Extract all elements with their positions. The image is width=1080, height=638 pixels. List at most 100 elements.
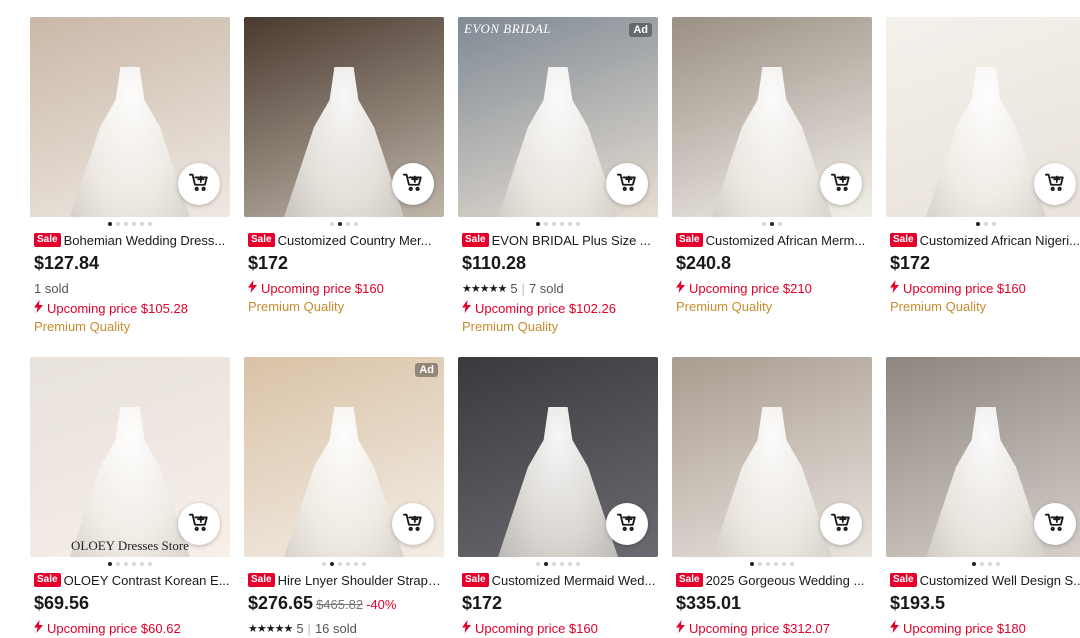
carousel-dot[interactable]	[778, 222, 782, 226]
product-card[interactable]: Sale Customized Well Design S... $193.5 Upc…	[886, 357, 1080, 637]
image-carousel-dots[interactable]	[244, 557, 444, 571]
add-to-cart-button[interactable]	[1034, 163, 1076, 205]
add-to-cart-button[interactable]	[606, 503, 648, 545]
add-to-cart-button[interactable]	[392, 163, 434, 205]
carousel-dot[interactable]	[758, 562, 762, 566]
carousel-dot[interactable]	[132, 222, 136, 226]
carousel-dot[interactable]	[132, 562, 136, 566]
product-card[interactable]: Sale Customized Country Mer... $172 Upcomin…	[244, 17, 444, 317]
product-image[interactable]	[672, 357, 872, 557]
carousel-dot[interactable]	[980, 562, 984, 566]
product-image[interactable]	[672, 17, 872, 217]
product-title[interactable]: OLOEY Contrast Korean E...	[64, 573, 230, 588]
product-image[interactable]	[458, 357, 658, 557]
carousel-dot[interactable]	[354, 222, 358, 226]
product-image[interactable]	[30, 17, 230, 217]
product-card[interactable]: OLOEY Dresses Store Sale OLOEY Contrast Ko…	[30, 357, 230, 637]
carousel-dot[interactable]	[354, 562, 358, 566]
carousel-dot[interactable]	[552, 222, 556, 226]
carousel-dot[interactable]	[140, 562, 144, 566]
carousel-dot[interactable]	[568, 222, 572, 226]
carousel-dot[interactable]	[544, 222, 548, 226]
carousel-dot[interactable]	[148, 222, 152, 226]
product-card[interactable]: Sale 2025 Gorgeous Wedding ... $335.01 Upco…	[672, 357, 872, 637]
carousel-dot[interactable]	[976, 222, 980, 226]
product-title[interactable]: Customized Mermaid Wed...	[492, 573, 656, 588]
carousel-dot[interactable]	[362, 562, 366, 566]
add-to-cart-button[interactable]	[392, 503, 434, 545]
add-to-cart-button[interactable]	[1034, 503, 1076, 545]
carousel-dot[interactable]	[996, 562, 1000, 566]
image-carousel-dots[interactable]	[30, 217, 230, 231]
product-card[interactable]: Sale Customized African Merm... $240.8 Upco…	[672, 17, 872, 317]
product-title[interactable]: Customized Well Design S...	[920, 573, 1080, 588]
add-to-cart-button[interactable]	[606, 163, 648, 205]
image-carousel-dots[interactable]	[458, 557, 658, 571]
carousel-dot[interactable]	[782, 562, 786, 566]
carousel-dot[interactable]	[338, 222, 342, 226]
carousel-dot[interactable]	[108, 222, 112, 226]
carousel-dot[interactable]	[116, 222, 120, 226]
product-title[interactable]: Hire Lnyer Shoulder Straps...	[278, 573, 444, 588]
add-to-cart-button[interactable]	[820, 503, 862, 545]
carousel-dot[interactable]	[536, 562, 540, 566]
carousel-dot[interactable]	[984, 222, 988, 226]
product-title[interactable]: Customized African Nigeri...	[920, 233, 1080, 248]
carousel-dot[interactable]	[108, 562, 112, 566]
product-title[interactable]: Bohemian Wedding Dress...	[64, 233, 226, 248]
image-carousel-dots[interactable]	[886, 217, 1080, 231]
product-image[interactable]: OLOEY Dresses Store	[30, 357, 230, 557]
product-title-row[interactable]: Sale Customized Well Design S...	[886, 571, 1080, 589]
carousel-dot[interactable]	[560, 562, 564, 566]
carousel-dot[interactable]	[766, 562, 770, 566]
product-title-row[interactable]: Sale 2025 Gorgeous Wedding ...	[672, 571, 872, 589]
add-to-cart-button[interactable]	[178, 503, 220, 545]
product-title-row[interactable]: Sale EVON BRIDAL Plus Size ...	[458, 231, 658, 249]
carousel-dot[interactable]	[770, 222, 774, 226]
carousel-dot[interactable]	[322, 562, 326, 566]
carousel-dot[interactable]	[330, 222, 334, 226]
carousel-dot[interactable]	[124, 222, 128, 226]
product-image[interactable]	[244, 17, 444, 217]
product-title-row[interactable]: Sale Customized African Merm...	[672, 231, 872, 249]
product-card[interactable]: Sale Bohemian Wedding Dress... $127.84 1 so…	[30, 17, 230, 337]
carousel-dot[interactable]	[536, 222, 540, 226]
carousel-dot[interactable]	[346, 562, 350, 566]
carousel-dot[interactable]	[346, 222, 350, 226]
carousel-dot[interactable]	[552, 562, 556, 566]
product-image[interactable]: Ad	[244, 357, 444, 557]
product-title[interactable]: EVON BRIDAL Plus Size ...	[492, 233, 651, 248]
product-title-row[interactable]: Sale OLOEY Contrast Korean E...	[30, 571, 230, 589]
product-card[interactable]: Ad Sale Hire Lnyer Shoulder Straps... $276.…	[244, 357, 444, 637]
carousel-dot[interactable]	[988, 562, 992, 566]
carousel-dot[interactable]	[790, 562, 794, 566]
carousel-dot[interactable]	[544, 562, 548, 566]
product-title-row[interactable]: Sale Customized African Nigeri...	[886, 231, 1080, 249]
product-image[interactable]	[886, 357, 1080, 557]
carousel-dot[interactable]	[116, 562, 120, 566]
product-card[interactable]: Sale Customized Mermaid Wed... $172 Upcomin…	[458, 357, 658, 637]
product-title-row[interactable]: Sale Hire Lnyer Shoulder Straps...	[244, 571, 444, 589]
carousel-dot[interactable]	[774, 562, 778, 566]
carousel-dot[interactable]	[124, 562, 128, 566]
carousel-dot[interactable]	[148, 562, 152, 566]
product-title-row[interactable]: Sale Bohemian Wedding Dress...	[30, 231, 230, 249]
image-carousel-dots[interactable]	[30, 557, 230, 571]
carousel-dot[interactable]	[140, 222, 144, 226]
image-carousel-dots[interactable]	[886, 557, 1080, 571]
add-to-cart-button[interactable]	[820, 163, 862, 205]
carousel-dot[interactable]	[330, 562, 334, 566]
product-card[interactable]: Ad EVON BRIDAL Sale EVON BRIDAL Plus Size .…	[458, 17, 658, 337]
image-carousel-dots[interactable]	[672, 557, 872, 571]
product-title-row[interactable]: Sale Customized Country Mer...	[244, 231, 444, 249]
carousel-dot[interactable]	[762, 222, 766, 226]
carousel-dot[interactable]	[338, 562, 342, 566]
image-carousel-dots[interactable]	[244, 217, 444, 231]
carousel-dot[interactable]	[560, 222, 564, 226]
image-carousel-dots[interactable]	[672, 217, 872, 231]
product-title-row[interactable]: Sale Customized Mermaid Wed...	[458, 571, 658, 589]
product-image[interactable]	[886, 17, 1080, 217]
carousel-dot[interactable]	[992, 222, 996, 226]
carousel-dot[interactable]	[568, 562, 572, 566]
carousel-dot[interactable]	[576, 562, 580, 566]
